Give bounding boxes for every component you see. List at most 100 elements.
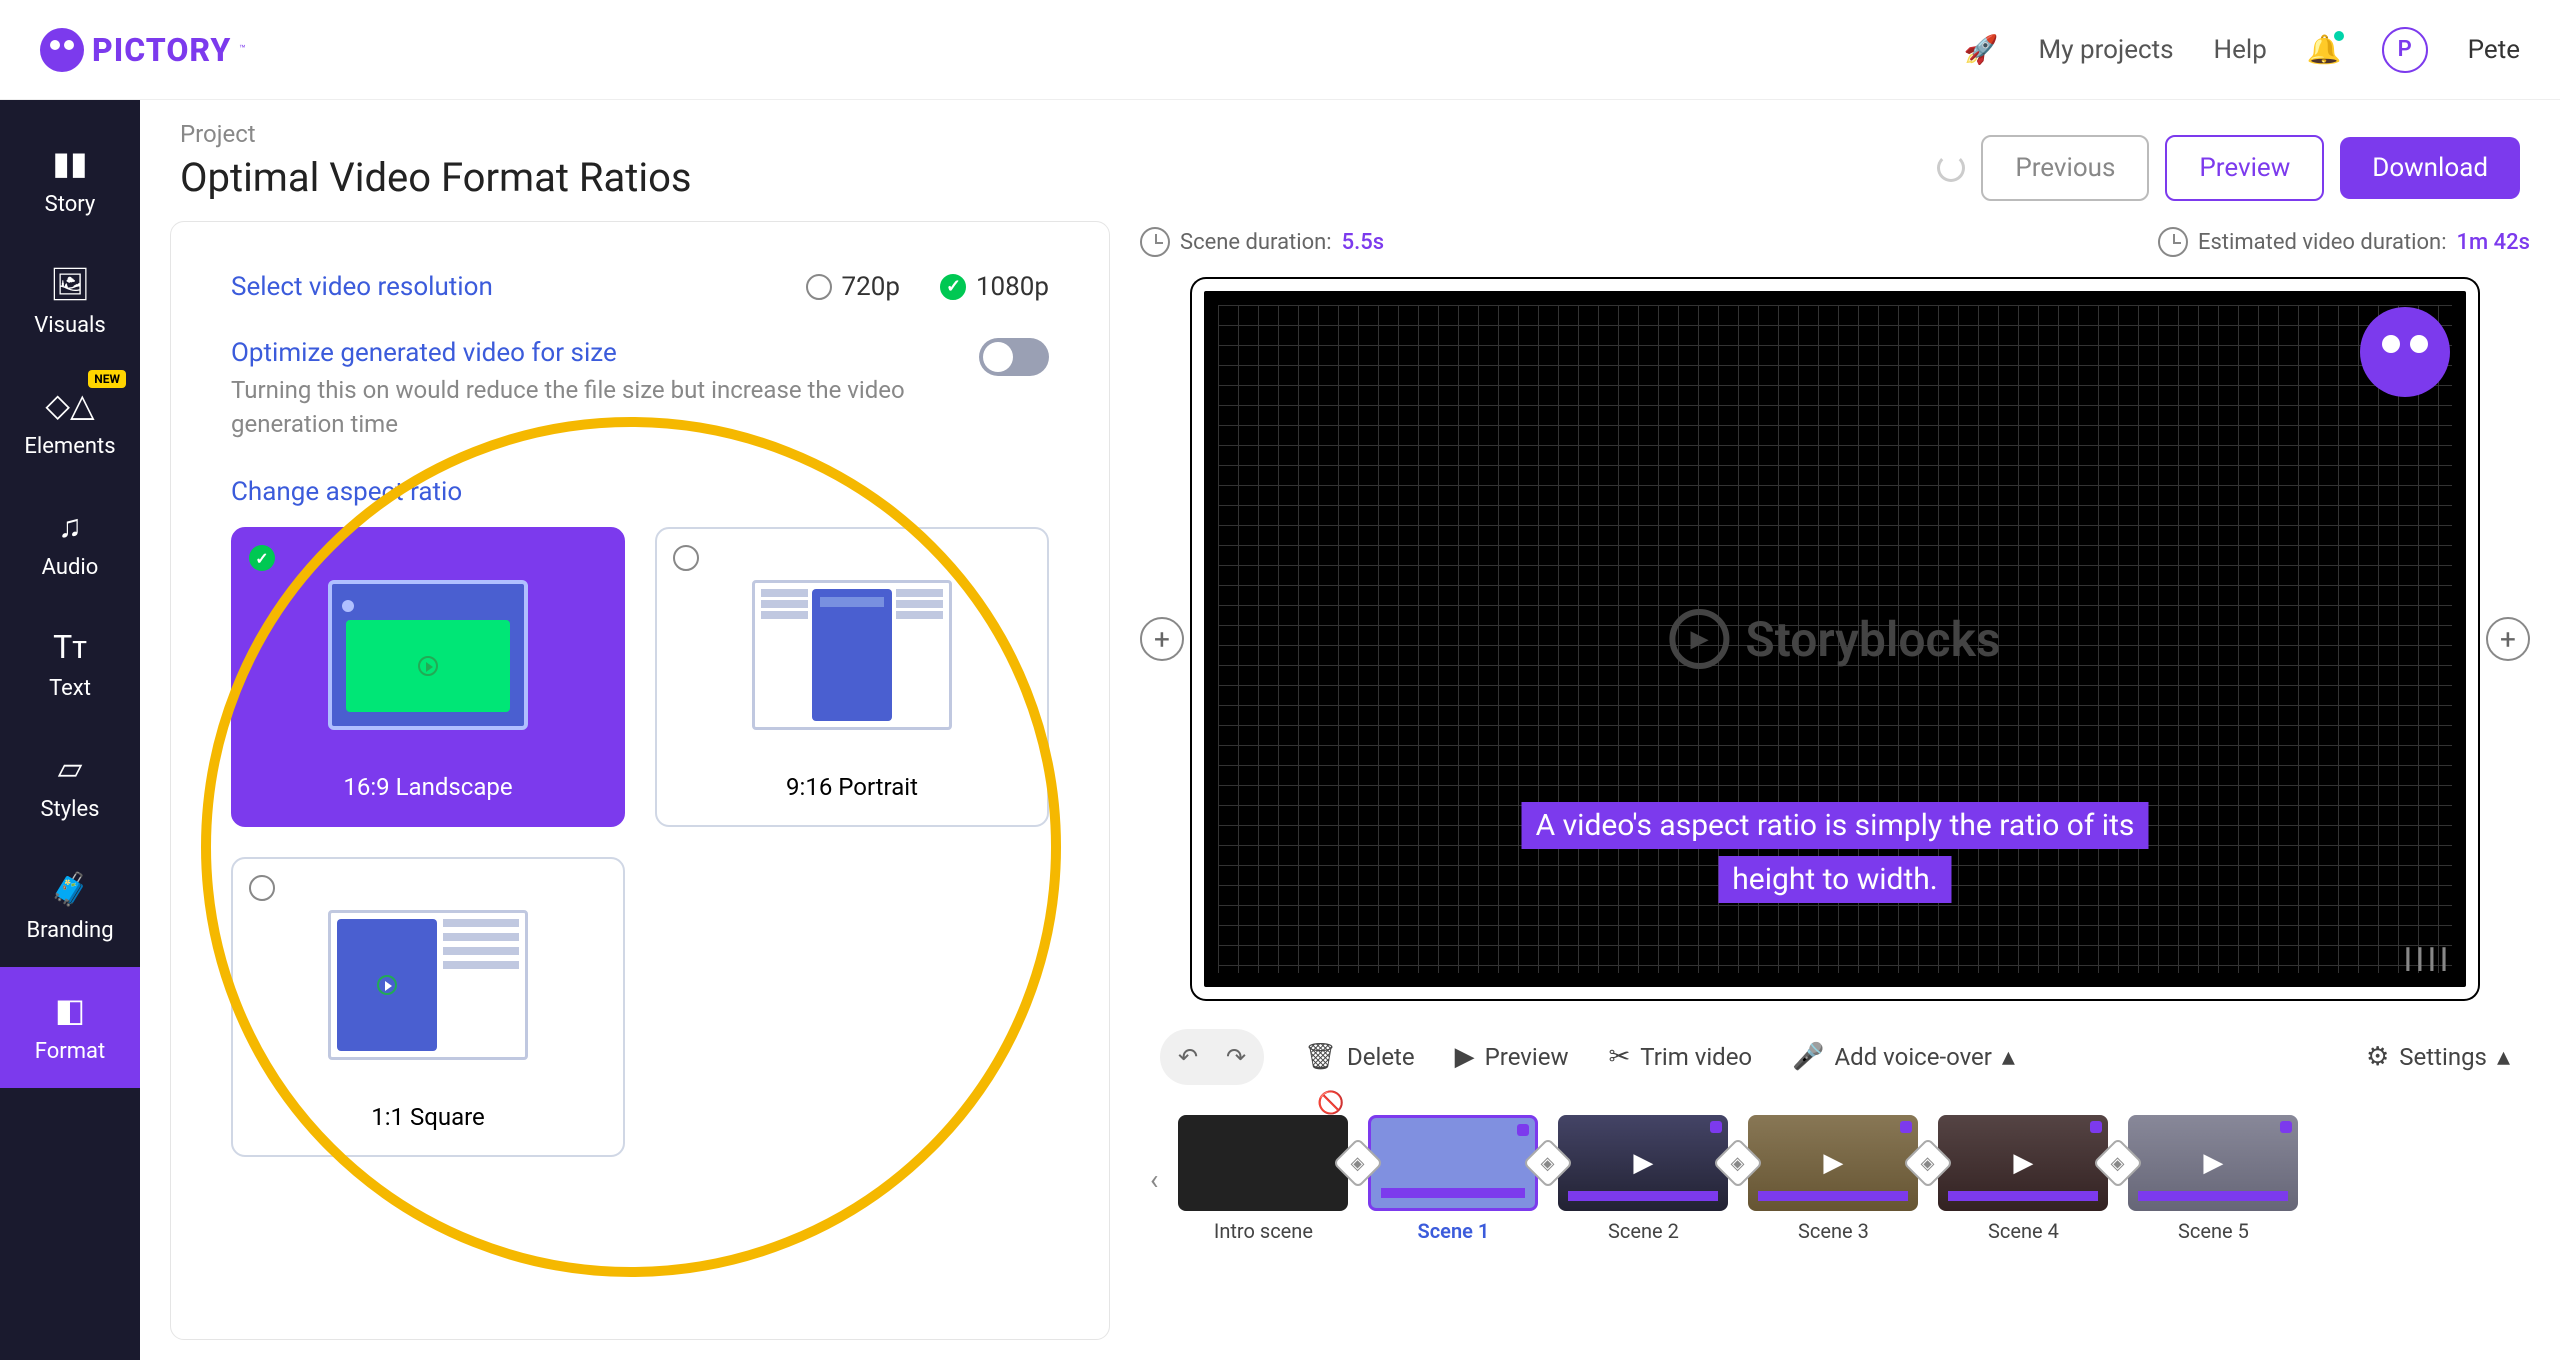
sidebar-item-elements[interactable]: NEW◇△Elements	[0, 362, 140, 483]
delete-button[interactable]: 🗑Delete	[1304, 1042, 1415, 1072]
scene-label: Scene 4	[1988, 1219, 2059, 1243]
checkmark-icon: ✓	[249, 545, 275, 571]
watermark: ▶Storyblocks	[1669, 609, 2000, 669]
play-icon: ▶	[2013, 1148, 2033, 1178]
preview-button[interactable]: Preview	[2165, 135, 2324, 201]
scene-2[interactable]: ▶ ◈ Scene 2	[1558, 1115, 1728, 1243]
username: Pete	[2468, 35, 2520, 65]
play-icon	[418, 656, 438, 676]
scene-thumbnail[interactable]	[1368, 1115, 1538, 1211]
sidebar-item-styles[interactable]: ▱Styles	[0, 725, 140, 846]
scene-label: Intro scene	[1214, 1219, 1313, 1243]
aspect-landscape[interactable]: ✓ 16:9 Landscape	[231, 527, 625, 827]
caption-text[interactable]: A video's aspect ratio is simply the rat…	[1520, 799, 2151, 907]
sidebar: ▮▮Story 🖼Visuals NEW◇△Elements ♫Audio Tᴛ…	[0, 100, 140, 1360]
scene-duration-value: 5.5s	[1342, 230, 1384, 255]
scene-thumbnail[interactable]: ▶	[1558, 1115, 1728, 1211]
add-voiceover-button[interactable]: 🎤Add voice-over ▴	[1792, 1042, 2015, 1072]
previous-button[interactable]: Previous	[1981, 135, 2149, 201]
radio-icon	[673, 545, 699, 571]
sidebar-item-audio[interactable]: ♫Audio	[0, 483, 140, 604]
clock-icon	[1140, 227, 1170, 257]
rocket-icon[interactable]: 🚀	[1964, 33, 1999, 66]
help-link[interactable]: Help	[2214, 35, 2267, 65]
scene-1[interactable]: ◈ Scene 1	[1368, 1115, 1538, 1243]
resolution-1080p[interactable]: 1080p	[940, 272, 1049, 302]
optimize-title: Optimize generated video for size	[231, 338, 939, 368]
my-projects-link[interactable]: My projects	[2039, 35, 2174, 65]
estimated-duration-label: Estimated video duration:	[2198, 230, 2447, 255]
scene-5[interactable]: ▶ Scene 5	[2128, 1115, 2298, 1243]
sidebar-item-branding[interactable]: 🧳Branding	[0, 846, 140, 967]
optimize-toggle[interactable]	[979, 338, 1049, 376]
preview-scene-button[interactable]: ▶Preview	[1455, 1042, 1569, 1072]
breadcrumb: Project	[180, 120, 1917, 148]
clock-icon	[2158, 227, 2188, 257]
aspect-portrait[interactable]: 9:16 Portrait	[655, 527, 1049, 827]
play-icon: ▶	[1455, 1042, 1475, 1072]
aspect-ratio-title: Change aspect ratio	[231, 477, 1049, 507]
visuals-icon: 🖼	[50, 265, 91, 303]
new-badge: NEW	[88, 370, 126, 388]
logo[interactable]: PICTORY ™	[40, 28, 246, 72]
branding-icon: 🧳	[50, 870, 90, 908]
scissors-icon: ✂	[1609, 1042, 1631, 1072]
text-icon: Tᴛ	[53, 628, 87, 666]
optimize-description: Turning this on would reduce the file si…	[231, 374, 939, 441]
redo-button[interactable]: ↷	[1214, 1035, 1258, 1079]
sidebar-item-format[interactable]: ◧Format	[0, 967, 140, 1088]
sidebar-item-visuals[interactable]: 🖼Visuals	[0, 241, 140, 362]
logo-trademark: ™	[239, 44, 245, 55]
radio-icon	[806, 274, 832, 300]
scene-label: Scene 2	[1608, 1219, 1679, 1243]
chevron-up-icon: ▴	[2497, 1042, 2510, 1072]
radio-checked-icon	[940, 274, 966, 300]
story-icon: ▮▮	[52, 144, 87, 182]
mic-icon: 🎤	[1792, 1042, 1824, 1072]
octopus-icon	[40, 28, 84, 72]
aspect-label: 1:1 Square	[371, 1103, 485, 1131]
play-icon: ▶	[2203, 1148, 2223, 1178]
loading-spinner	[1937, 154, 1965, 182]
sidebar-item-text[interactable]: TᴛText	[0, 604, 140, 725]
visibility-off-icon[interactable]: 🚫	[1317, 1091, 1344, 1116]
play-icon: ▶	[1823, 1148, 1843, 1178]
trim-video-button[interactable]: ✂Trim video	[1609, 1042, 1753, 1072]
styles-icon: ▱	[58, 749, 83, 787]
scene-thumbnail[interactable]: ▶	[1938, 1115, 2108, 1211]
aspect-label: 16:9 Landscape	[343, 773, 512, 801]
settings-icon: ⚙	[2366, 1042, 2389, 1072]
scene-label: Scene 1	[1418, 1219, 1490, 1243]
scene-thumbnail[interactable]: 🚫	[1178, 1115, 1348, 1211]
page-title: Optimal Video Format Ratios	[180, 154, 1917, 201]
scene-3[interactable]: ▶ ◈ Scene 3	[1748, 1115, 1918, 1243]
undo-button[interactable]: ↶	[1166, 1035, 1210, 1079]
download-button[interactable]: Download	[2340, 137, 2520, 199]
resolution-title: Select video resolution	[231, 272, 493, 302]
resolution-720p[interactable]: 720p	[806, 272, 900, 302]
scene-4[interactable]: ▶ ◈ Scene 4	[1938, 1115, 2108, 1243]
scene-intro[interactable]: 🚫 ◈ Intro scene	[1178, 1115, 1348, 1243]
estimated-duration-value: 1m 42s	[2457, 230, 2530, 255]
scene-thumbnail[interactable]: ▶	[2128, 1115, 2298, 1211]
radio-icon	[249, 875, 275, 901]
settings-button[interactable]: ⚙Settings ▴	[2366, 1042, 2510, 1072]
bell-icon[interactable]: 🔔	[2307, 33, 2342, 66]
scenes-prev-button[interactable]: ‹	[1150, 1163, 1158, 1196]
trash-icon: 🗑	[1304, 1042, 1337, 1072]
logo-text: PICTORY	[92, 31, 231, 69]
mascot-icon	[2360, 307, 2450, 397]
elements-icon: ◇△	[45, 386, 94, 424]
scene-thumbnail[interactable]: ▶	[1748, 1115, 1918, 1211]
format-icon: ◧	[55, 991, 85, 1029]
chevron-up-icon: ▴	[2002, 1042, 2015, 1072]
play-icon: ▶	[1633, 1148, 1653, 1178]
video-preview[interactable]: ▶Storyblocks A video's aspect ratio is s…	[1192, 279, 2478, 999]
play-icon	[377, 975, 397, 995]
avatar[interactable]: P	[2382, 27, 2428, 73]
aspect-label: 9:16 Portrait	[786, 773, 918, 801]
sidebar-item-story[interactable]: ▮▮Story	[0, 120, 140, 241]
add-scene-after-button[interactable]: +	[2486, 617, 2530, 661]
aspect-square[interactable]: 1:1 Square	[231, 857, 625, 1157]
add-scene-before-button[interactable]: +	[1140, 617, 1184, 661]
